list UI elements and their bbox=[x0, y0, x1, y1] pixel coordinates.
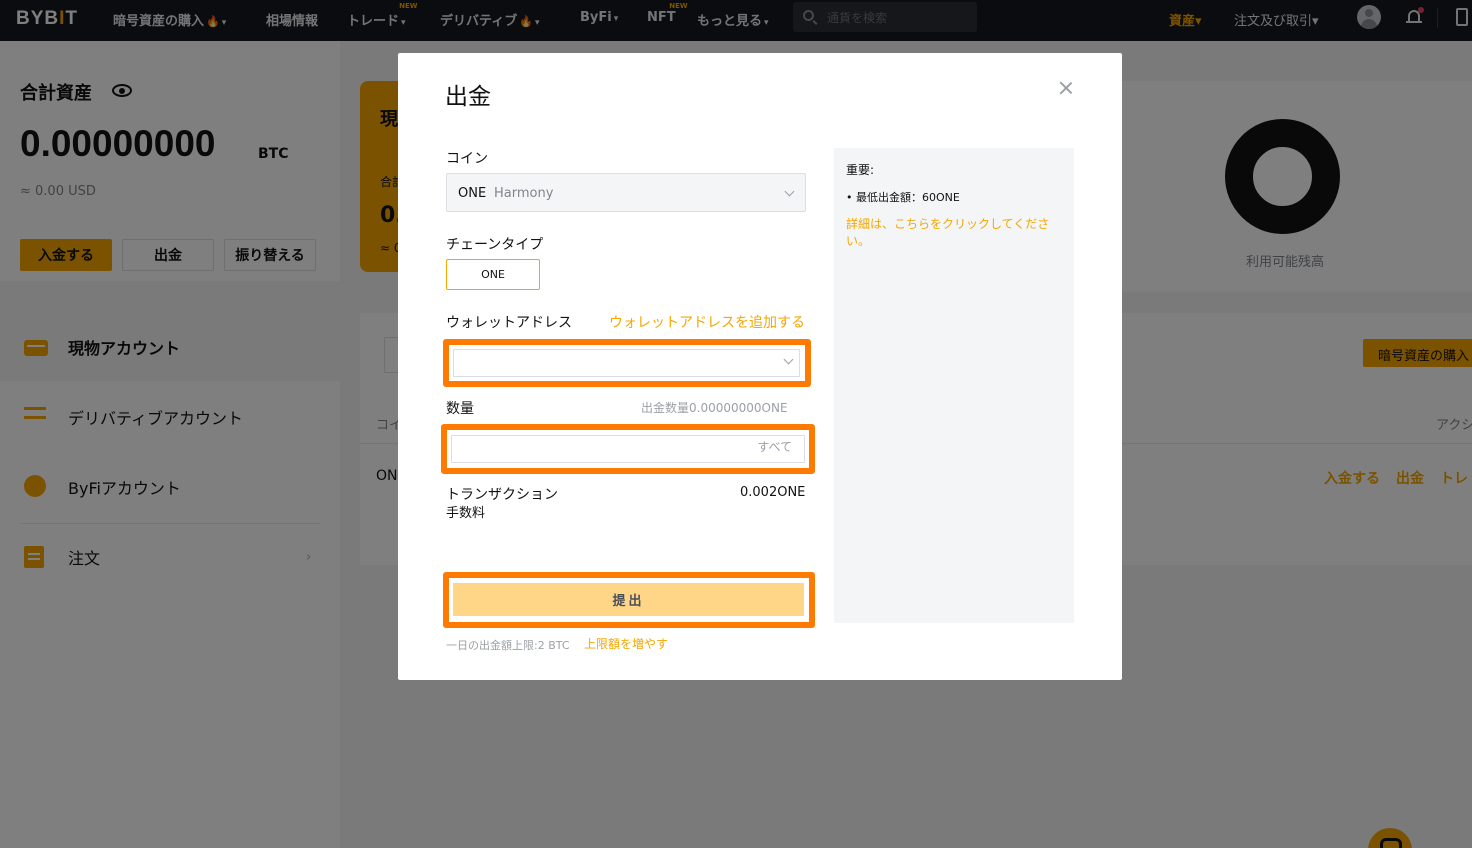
chain-type-option-one[interactable]: ONE bbox=[446, 259, 540, 290]
fee-value: 0.002ONE bbox=[740, 485, 806, 500]
withdraw-modal: 出金 コイン ONE Harmony チェーンタイプ ONE ウォレットアドレス… bbox=[398, 53, 1122, 680]
available-amount-hint: 出金数量0.00000000ONE bbox=[641, 401, 788, 415]
modal-title: 出金 bbox=[445, 84, 491, 110]
info-min-withdraw: • 最低出金額：60ONE bbox=[846, 191, 960, 204]
info-details-link[interactable]: 詳細は、こちらをクリックしてください。 bbox=[846, 216, 1058, 250]
submit-button[interactable]: 提出 bbox=[453, 583, 804, 616]
wallet-address-select[interactable] bbox=[453, 349, 800, 377]
close-icon[interactable] bbox=[1058, 80, 1074, 96]
amount-label: 数量 bbox=[446, 401, 474, 417]
daily-limit-text: 一日の出金額上限:2 BTC bbox=[446, 639, 570, 652]
coin-label: コイン bbox=[446, 151, 488, 167]
coin-name: Harmony bbox=[494, 186, 554, 201]
chevron-down-icon bbox=[783, 354, 794, 365]
info-title: 重要: bbox=[846, 163, 875, 177]
fee-label-line2: 手数料 bbox=[446, 506, 486, 521]
amount-input[interactable]: すべて bbox=[451, 435, 805, 463]
all-amount-button[interactable]: すべて bbox=[757, 438, 792, 455]
important-info-panel: 重要: • 最低出金額：60ONE 詳細は、こちらをクリックしてください。 bbox=[834, 148, 1074, 623]
fee-label: トランザクション bbox=[446, 487, 558, 503]
coin-code: ONE bbox=[458, 186, 487, 201]
wallet-address-label: ウォレットアドレス bbox=[446, 315, 572, 331]
coin-select[interactable]: ONE Harmony bbox=[446, 173, 806, 212]
add-wallet-address-link[interactable]: ウォレットアドレスを追加する bbox=[609, 312, 805, 332]
chain-type-label: チェーンタイプ bbox=[446, 237, 544, 253]
chevron-down-icon bbox=[784, 186, 795, 197]
raise-limit-link[interactable]: 上限額を増やす bbox=[584, 635, 668, 652]
